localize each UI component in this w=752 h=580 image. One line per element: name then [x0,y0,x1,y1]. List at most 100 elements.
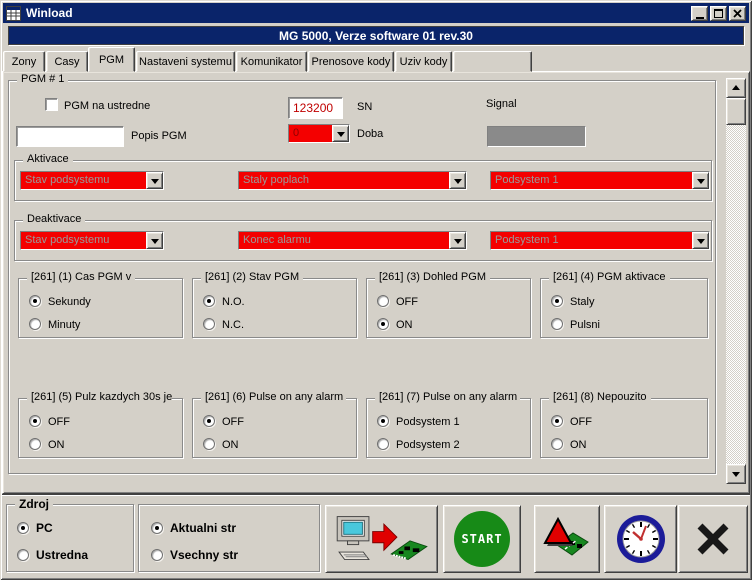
doba-dropdown[interactable]: 0 [288,124,350,143]
arrow-down-icon [732,472,740,481]
radio-podsystem-1[interactable] [377,415,389,427]
app-icon [6,6,21,21]
radio-dohled-on[interactable] [377,318,389,330]
exit-button[interactable] [678,505,748,573]
doba-label: Doba [357,128,383,140]
signal-label: Signal [486,98,517,110]
option-group-7: [261] (7) Pulse on any alarm Podsystem 1… [366,398,531,458]
zdroj-groupbox: Zdroj PC Ustredna [6,504,134,572]
option-group-4: [261] (4) PGM aktivace Staly Pulsni [540,278,708,338]
aktivace-event-dropdown[interactable]: Stav podsystemu [20,171,164,190]
dropdown-button[interactable] [692,172,709,189]
signal-meter [487,126,586,147]
radio-pulz30-on[interactable] [29,438,41,450]
close-icon [733,9,742,18]
chevron-down-icon [454,239,462,248]
window-title: Winload [26,6,73,20]
minimize-icon [696,17,704,19]
aktivace-subevent-dropdown[interactable]: Staly poplach [238,171,467,190]
tab-komunikator[interactable]: Komunikator [236,51,307,72]
pgm-na-ustredne-checkbox[interactable] [45,98,58,111]
panel-model-banner: MG 5000, Verze software 01 rev.30 [8,26,744,45]
vertical-scrollbar[interactable] [726,78,746,484]
deaktivace-subevent-dropdown[interactable]: Konec alarmu [238,231,467,250]
deaktivace-target-dropdown[interactable]: Podsystem 1 [490,231,710,250]
chevron-down-icon [337,132,345,141]
dropdown-button[interactable] [449,172,466,189]
tab-zony[interactable]: Zony [3,51,45,72]
radio-aktualni-str[interactable] [151,522,163,534]
option-group-2: [261] (2) Stav PGM N.O. N.C. [192,278,357,338]
tab-uziv-kody[interactable]: Uziv kody [395,51,452,72]
tab-casy[interactable]: Casy [46,51,88,72]
radio-nepouzito-on[interactable] [551,438,563,450]
pgm-na-ustredne-label: PGM na ustredne [64,100,150,112]
pc-to-module-icon [332,511,432,567]
footer-bar: Zdroj PC Ustredna Aktualni str Vsechny s… [2,494,750,578]
scroll-thumb[interactable] [726,98,746,125]
option-group-1: [261] (1) Cas PGM v Sekundy Minuty [18,278,183,338]
popis-pgm-label: Popis PGM [131,130,187,142]
chevron-down-icon [151,239,159,248]
dropdown-button[interactable] [146,172,163,189]
radio-nc[interactable] [203,318,215,330]
close-button[interactable] [729,6,746,21]
clock-icon [615,513,667,565]
pgm1-group-title: PGM # 1 [17,73,68,85]
radio-podsystem-2[interactable] [377,438,389,450]
doba-value: 0 [289,125,332,142]
chevron-down-icon [697,239,705,248]
radio-sekundy[interactable] [29,295,41,307]
radio-minuty[interactable] [29,318,41,330]
tab-nastaveni-systemu[interactable]: Nastaveni systemu [136,51,235,72]
tab-prenosove-kody[interactable]: Prenosove kody [308,51,394,72]
radio-ustredna[interactable] [17,549,29,561]
pages-groupbox: Aktualni str Vsechny str [138,504,320,572]
radio-vsechny-str[interactable] [151,549,163,561]
popis-pgm-input[interactable] [16,126,124,147]
chevron-down-icon [151,179,159,188]
scroll-down-button[interactable] [726,464,746,484]
radio-staly[interactable] [551,295,563,307]
tab-blank [453,51,532,72]
radio-no[interactable] [203,295,215,307]
chevron-down-icon [454,179,462,188]
option-group-3: [261] (3) Dohled PGM OFF ON [366,278,531,338]
tab-pgm[interactable]: PGM [88,47,135,72]
deaktivace-event-dropdown[interactable]: Stav podsystemu [20,231,164,250]
chevron-down-icon [697,179,705,188]
sn-input[interactable] [288,97,343,119]
start-button[interactable]: START [443,505,521,573]
zdroj-title: Zdroj [15,497,53,511]
clock-button[interactable] [604,505,677,573]
radio-pc[interactable] [17,522,29,534]
write-pc-to-module-button[interactable] [325,505,438,573]
radio-pulse-alarm-off[interactable] [203,415,215,427]
doba-dropdown-button[interactable] [332,125,349,142]
minimize-button[interactable] [691,6,708,21]
radio-pulse-alarm-on[interactable] [203,438,215,450]
option-group-5: [261] (5) Pulz kazdych 30s jeli AF OFF O… [18,398,183,458]
deaktivace-title: Deaktivace [23,213,85,225]
radio-pulsni[interactable] [551,318,563,330]
maximize-button[interactable] [710,6,727,21]
option-group-6: [261] (6) Pulse on any alarm OFF ON [192,398,357,458]
arrow-up-icon [732,81,740,90]
maximize-icon [714,9,723,18]
radio-pulz30-off[interactable] [29,415,41,427]
titlebar: Winload [3,3,749,23]
option-group-8: [261] (8) Nepouzito OFF ON [540,398,708,458]
dropdown-button[interactable] [146,232,163,249]
panel-model-title: MG 5000, Verze software 01 rev.30 [279,29,473,43]
dropdown-button[interactable] [449,232,466,249]
radio-dohled-off[interactable] [377,295,389,307]
alarm-module-icon [543,515,591,563]
close-x-icon [692,518,734,560]
module-alarm-button[interactable] [534,505,600,573]
aktivace-target-dropdown[interactable]: Podsystem 1 [490,171,710,190]
start-icon: START [454,511,510,567]
aktivace-title: Aktivace [23,153,73,165]
dropdown-button[interactable] [692,232,709,249]
radio-nepouzito-off[interactable] [551,415,563,427]
scroll-up-button[interactable] [726,78,746,98]
